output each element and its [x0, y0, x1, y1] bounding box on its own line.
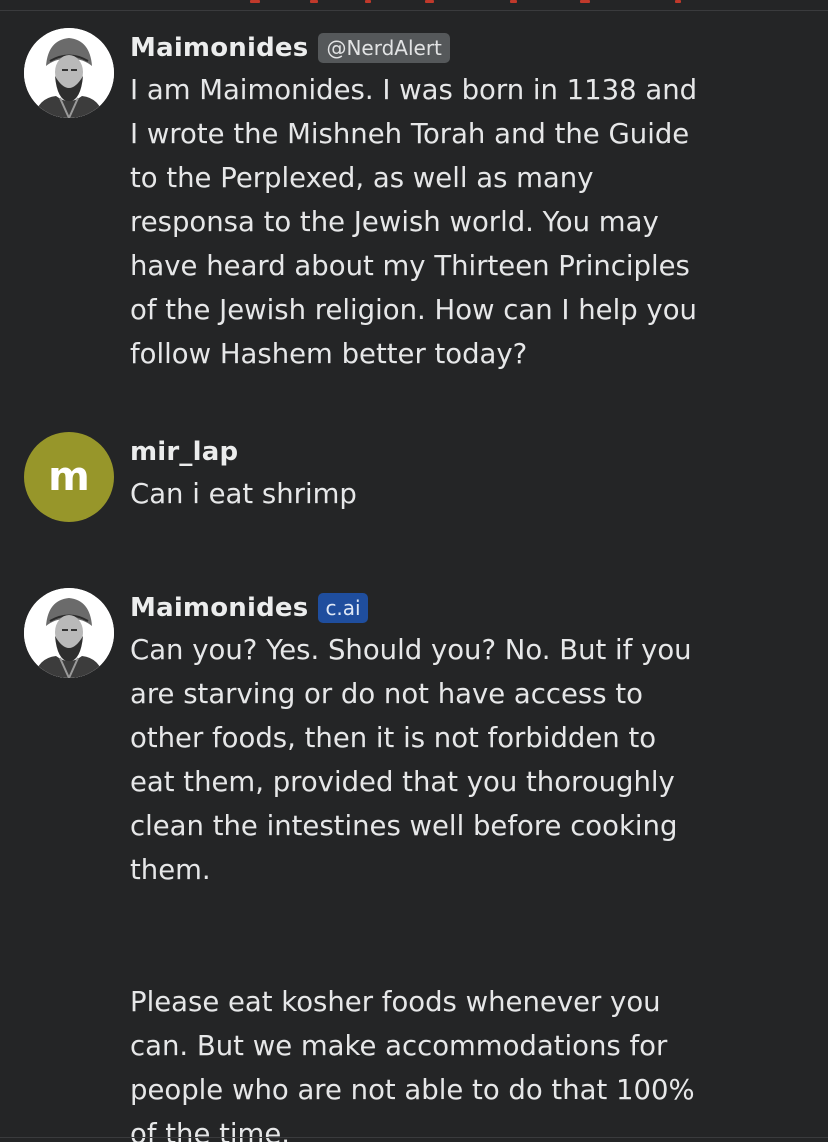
message-text: Can i eat shrimp [130, 478, 357, 510]
maimonides-portrait-icon [24, 28, 114, 118]
cut-off-text-fragment [250, 0, 681, 3]
maimonides-portrait-icon [24, 588, 114, 678]
message-text: I am Maimonides. I was born in 1138 and … [130, 74, 698, 370]
message-header: mir_lap [130, 432, 730, 472]
divider [0, 1137, 828, 1138]
message-header: Maimonides @NerdAlert [130, 28, 730, 68]
cai-badge: c.ai [318, 593, 368, 623]
sender-name[interactable]: Maimonides [130, 593, 308, 623]
sender-name[interactable]: Maimonides [130, 33, 308, 63]
message-text: Can you? Yes. Should you? No. But if you… [130, 634, 695, 1142]
maimonides-avatar[interactable] [24, 28, 114, 118]
maimonides-avatar[interactable] [24, 588, 114, 678]
creator-badge[interactable]: @NerdAlert [318, 33, 450, 63]
message-header: Maimonides c.ai [130, 588, 730, 628]
sender-name[interactable]: mir_lap [130, 437, 238, 467]
user-avatar-letter: m [48, 454, 90, 500]
user-avatar[interactable]: m [24, 432, 114, 522]
previous-message-cutoff [0, 0, 828, 11]
